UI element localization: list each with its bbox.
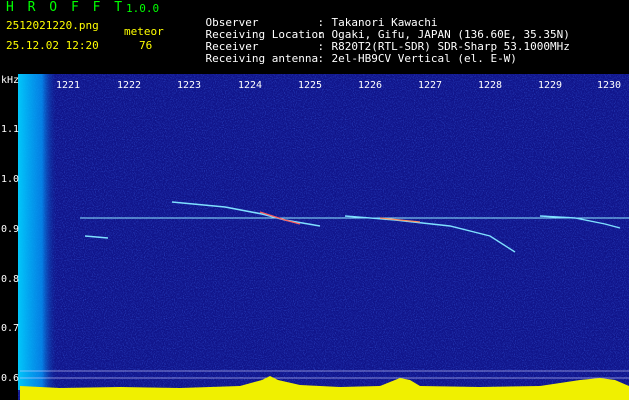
x-tick: 1226 bbox=[358, 80, 383, 91]
x-tick: 1222 bbox=[117, 80, 142, 91]
meteor-count: 76 bbox=[139, 39, 153, 52]
y-axis-unit: kHz bbox=[1, 75, 20, 86]
info-key: Receiving antenna bbox=[205, 52, 319, 65]
app-title: H R O F F T bbox=[6, 0, 126, 15]
x-tick: 1224 bbox=[238, 80, 263, 91]
x-tick: 1225 bbox=[298, 80, 323, 91]
y-tick: 0.6 bbox=[1, 373, 20, 384]
x-tick: 1227 bbox=[418, 80, 443, 91]
spectrogram bbox=[0, 74, 629, 400]
noise-band bbox=[18, 74, 58, 390]
y-tick: 0.8 bbox=[1, 274, 20, 285]
file-name: 2512021220.png bbox=[6, 19, 99, 32]
y-tick: 0.7 bbox=[1, 323, 20, 334]
x-tick: 1223 bbox=[177, 80, 202, 91]
x-tick: 1221 bbox=[56, 80, 81, 91]
y-tick: 1.0 bbox=[1, 174, 20, 185]
info-value: 2el-HB9CV Vertical (el. E-W) bbox=[331, 52, 517, 65]
info-antenna: Receiving antenna: 2el-HB9CV Vertical (el… bbox=[179, 41, 517, 77]
meteor-label: meteor bbox=[124, 25, 164, 38]
x-tick: 1229 bbox=[538, 80, 563, 91]
hrofft-window: H R O F F T 1.0.0 2512021220.png 25.12.0… bbox=[0, 0, 629, 400]
x-tick: 1228 bbox=[478, 80, 503, 91]
app-version: 1.0.0 bbox=[126, 2, 160, 15]
y-tick: 0.9 bbox=[1, 224, 20, 235]
info-sep: : bbox=[317, 52, 325, 65]
axis-gutter bbox=[0, 74, 18, 400]
x-tick: 1230 bbox=[597, 80, 622, 91]
y-tick: 1.1 bbox=[1, 124, 20, 135]
capture-datetime: 25.12.02 12:20 bbox=[6, 39, 99, 52]
